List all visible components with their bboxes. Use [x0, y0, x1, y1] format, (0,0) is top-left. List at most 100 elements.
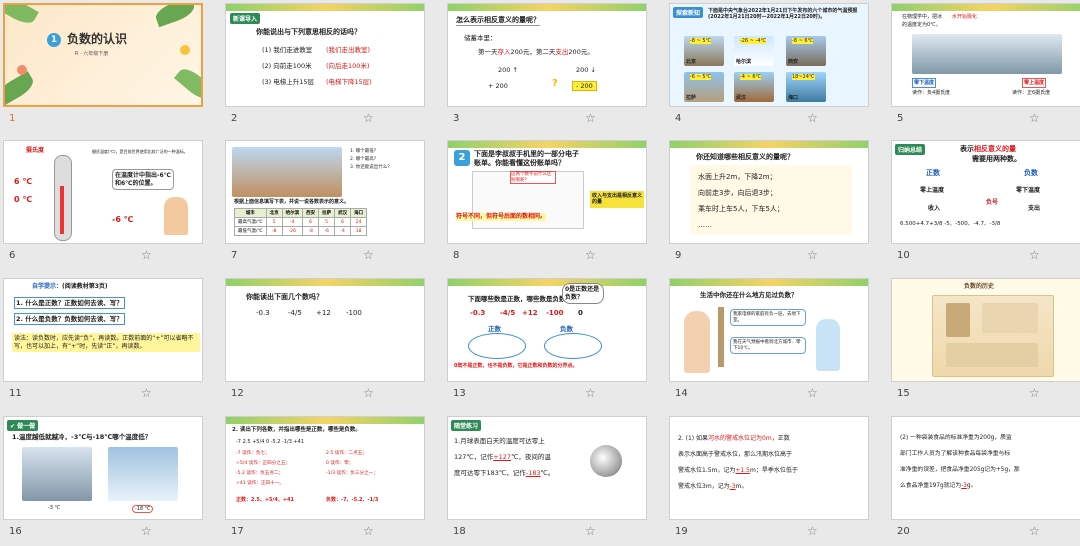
slide-thumb-12[interactable]: 你能读出下面几个数吗？ -0.3 -4/5 +12 -100 12 ☆ [225, 278, 435, 408]
table-cell: 6 [302, 217, 320, 227]
moon-image [590, 445, 622, 477]
slide-thumb-13[interactable]: 下面哪些数是正数，哪些数是负数？ 0是正数还是负数？ -0.3 -4/5 +12… [447, 278, 657, 408]
slide-number: 13 [453, 388, 466, 399]
slide-number: 4 [675, 113, 682, 124]
table-cell: 哈尔滨 [281, 208, 304, 218]
slide-thumb-4[interactable]: 探索新知 下面是中央气象台2022年1月21日下午发布的六个城市的气温预报(20… [669, 3, 879, 133]
slide-preview: 新课导入 你能说出与下列意思相反的话吗？ (1) 我们走进教室 (我们走出教室)… [225, 3, 425, 107]
star-icon[interactable]: ☆ [141, 248, 152, 262]
table-cell: -4 [334, 226, 352, 236]
star-icon[interactable]: ☆ [363, 248, 374, 262]
star-icon[interactable]: ☆ [585, 111, 596, 125]
slide-thumb-18[interactable]: 随堂练习 1.月球表面白天的温度可达零上 127℃，记作+127℃，夜间的温 度… [447, 416, 657, 546]
slide-thumb-8[interactable]: 2 下面是李叔叔手机里的一部分电子账单。你能看懂这份账单吗？ 这两个数字前什么区… [447, 140, 657, 270]
slide-text: 下面是中央气象台2022年1月21日下午发布的六个城市的气温预报(2022年1月… [708, 8, 858, 21]
slide-number: 2 [231, 113, 238, 124]
slide-number: 1 [9, 113, 16, 124]
slide-preview: 你还知道哪些相反意义的量呢？ 水面上升2m，下降2m； 向前走3步，向后退3步；… [669, 140, 869, 244]
table-cell: -4 [281, 217, 304, 227]
slide-thumb-6[interactable]: 摄氏度 6 ℃ 0 ℃ -6 ℃ 摄氏温度(℃)，是目前世界使用比较广泛的一种温… [3, 140, 213, 270]
slide-text: 储蓄本里： [464, 34, 497, 42]
star-icon[interactable]: ☆ [141, 386, 152, 400]
table-cell: 18 [350, 226, 368, 236]
star-icon[interactable]: ☆ [363, 524, 374, 538]
slide-preview: 探索新知 下面是中央气象台2022年1月21日下午发布的六个城市的气温预报(20… [669, 3, 869, 107]
table-cell: 24 [350, 217, 368, 227]
slide-item: (2) 向前走100米 [262, 62, 312, 70]
star-icon[interactable]: ☆ [1029, 111, 1040, 125]
slide-thumb-2[interactable]: 新课导入 你能说出与下列意思相反的话吗？ (1) 我们走进教室 (我们走出教室)… [225, 3, 435, 133]
slide-title: 怎么表示相反意义的量呢？ [456, 16, 540, 26]
slide-number: 19 [675, 526, 688, 537]
slide-thumb-16[interactable]: ✔ 做一做 1.温度越低就越冷，-3℃与-18℃哪个温度低？ -3 ℃ -18 … [3, 416, 213, 546]
slide-subtitle: R · 六年级下册 [75, 51, 109, 57]
table-cell: 西安 [302, 208, 320, 218]
slide-answer: (电梯下降15层) [326, 78, 372, 86]
table-cell: 5 [318, 217, 336, 227]
slide-thumb-19[interactable]: 2. (1) 如果河水的警戒水位记为0m，正数 表示水面高于警戒水位，那么汛期水… [669, 416, 879, 546]
table-cell: -26 [281, 226, 304, 236]
star-icon[interactable]: ☆ [807, 248, 818, 262]
slide-number: 20 [897, 526, 910, 537]
star-icon[interactable]: ☆ [585, 248, 596, 262]
slide-thumb-17[interactable]: 2. 读出下列各数，并指出哪些是正数，哪些是负数。 -7 2.5 +5/4 0 … [225, 416, 435, 546]
weather-table: 城市 北京 哈尔滨 西安 拉萨 武汉 海口 最高气温/℃ 5 -4 6 5 6 24 最低气温/℃ -8 -26… [234, 208, 368, 236]
slide-text: 200 ↑ [498, 66, 518, 74]
star-icon[interactable]: ☆ [807, 111, 818, 125]
slide-preview: 怎么表示相反意义的量呢？ 储蓄本里： 第一天存入200元，第二天支出200元。 … [447, 3, 647, 107]
slide-number: 10 [897, 250, 910, 261]
slide-thumb-3[interactable]: 怎么表示相反意义的量呢？ 储蓄本里： 第一天存入200元，第二天支出200元。 … [447, 3, 657, 133]
slide-number: 3 [453, 113, 460, 124]
slide-preview: 1. 哪个最低？ 2. 哪个最高？ 3. 你还能说出什么？ 根据上面信息填写下表… [225, 140, 425, 244]
slide-thumb-7[interactable]: 1. 哪个最低？ 2. 哪个最高？ 3. 你还能说出什么？ 根据上面信息填写下表… [225, 140, 435, 270]
slide-text: 200 ↓ [576, 66, 596, 74]
table-cell: 北京 [265, 208, 283, 218]
slide-thumb-20[interactable]: (2) 一种袋装食品的标准净重为200g，质监 部门工作人员为了解该种食品每袋净… [891, 416, 1080, 546]
star-icon[interactable]: ☆ [141, 524, 152, 538]
slide-preview: 生活中你还在什么地方见过负数？ 我家电梯的家庭有负一层，去地下室。 我在天气预报… [669, 278, 869, 382]
star-icon[interactable]: ☆ [807, 386, 818, 400]
slide-preview: 2. 读出下列各数，并指出哪些是正数，哪些是负数。 -7 2.5 +5/4 0 … [225, 416, 425, 520]
slide-preview: 下面哪些数是正数，哪些数是负数？ 0是正数还是负数？ -0.3 -4/5 +12… [447, 278, 647, 382]
star-icon[interactable]: ☆ [363, 386, 374, 400]
table-cell: -8 [302, 226, 320, 236]
slide-number: 17 [231, 526, 244, 537]
table-cell: 5 [265, 217, 283, 227]
slide-item: (1) 我们走进教室 [262, 46, 313, 54]
slide-preview: 摄氏度 6 ℃ 0 ℃ -6 ℃ 摄氏温度(℃)，是目前世界使用比较广泛的一种温… [3, 140, 203, 244]
star-icon[interactable]: ☆ [363, 111, 374, 125]
slide-preview: 自学提示：(阅读教材第3页) 1. 什么是正数？正数如何去读、写？ 2. 什么是… [3, 278, 203, 382]
slide-thumb-5[interactable]: 在物理学中，把冰 水开始融化 的温度定为0℃。 零下温度 读作：负4摄氏度 零上… [891, 3, 1080, 133]
slide-number: 15 [897, 388, 910, 399]
slide-thumb-11[interactable]: 自学提示：(阅读教材第3页) 1. 什么是正数？正数如何去读、写？ 2. 什么是… [3, 278, 213, 408]
slide-preview: 归纳总结 表示相反意义的量 需要用两种数。 正数 负数 零上温度 零下温度 收入… [891, 140, 1080, 244]
table-cell: 海口 [350, 208, 368, 218]
slide-badge: 1 [47, 33, 61, 47]
slide-answer: (我们走出教室) [326, 46, 371, 54]
slide-preview: 负数的历史 [891, 278, 1080, 382]
star-icon[interactable]: ☆ [1029, 248, 1040, 262]
table-cell: 最低气温/℃ [234, 226, 267, 236]
star-icon[interactable]: ☆ [1029, 386, 1040, 400]
slide-preview: 在物理学中，把冰 水开始融化 的温度定为0℃。 零下温度 读作：负4摄氏度 零上… [891, 3, 1080, 107]
star-icon[interactable]: ☆ [585, 524, 596, 538]
slide-thumb-15[interactable]: 负数的历史 15 ☆ [891, 278, 1080, 408]
table-cell: 最高气温/℃ [234, 217, 267, 227]
slide-preview: 2. (1) 如果河水的警戒水位记为0m，正数 表示水面高于警戒水位，那么汛期水… [669, 416, 869, 520]
slide-thumb-10[interactable]: 归纳总结 表示相反意义的量 需要用两种数。 正数 负数 零上温度 零下温度 收入… [891, 140, 1080, 270]
slide-thumb-9[interactable]: 你还知道哪些相反意义的量呢？ 水面上升2m，下降2m； 向前走3步，向后退3步；… [669, 140, 879, 270]
star-icon[interactable]: ☆ [585, 386, 596, 400]
star-icon[interactable]: ☆ [1029, 524, 1040, 538]
slide-number: 5 [897, 113, 904, 124]
table-cell: 拉萨 [318, 208, 336, 218]
star-icon[interactable]: ☆ [807, 524, 818, 538]
slide-tag: 新课导入 [230, 13, 261, 24]
slide-thumb-14[interactable]: 生活中你还在什么地方见过负数？ 我家电梯的家庭有负一层，去地下室。 我在天气预报… [669, 278, 879, 408]
slide-preview: (2) 一种袋装食品的标准净重为200g，质监 部门工作人员为了解该种食品每袋净… [891, 416, 1080, 520]
slide-preview: 1 负数的认识 R · 六年级下册 [3, 3, 203, 107]
slide-thumb-1[interactable]: 1 负数的认识 R · 六年级下册 1 [3, 3, 213, 133]
slide-number: 7 [231, 250, 238, 261]
table-cell: 6 [334, 217, 352, 227]
table-cell: -8 [265, 226, 283, 236]
slide-number: 14 [675, 388, 688, 399]
